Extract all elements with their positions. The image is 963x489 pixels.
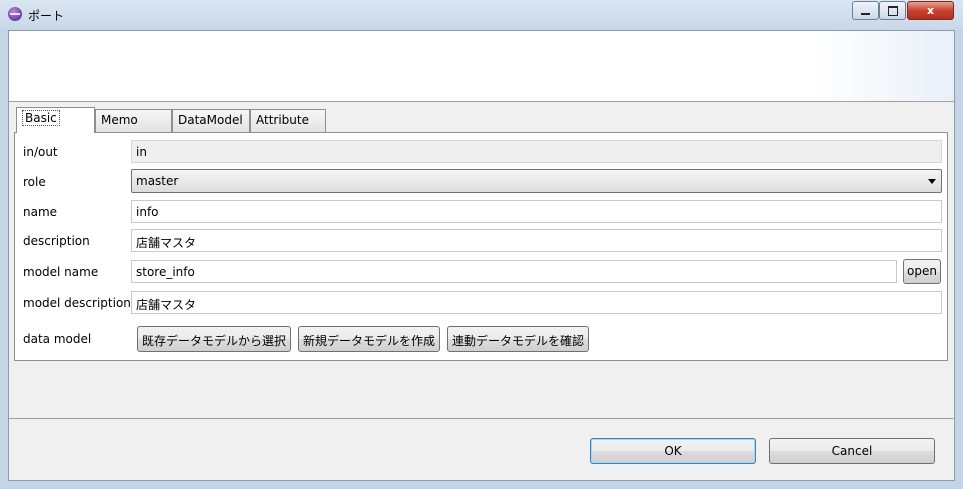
- header-banner: [9, 31, 954, 102]
- check-linked-data-model-button[interactable]: 連動データモデルを確認: [447, 326, 589, 352]
- description-label: description: [23, 234, 90, 248]
- basic-tab-panel: in/out in role master name info descript…: [14, 132, 948, 361]
- cancel-button[interactable]: Cancel: [769, 438, 935, 464]
- dialog-client-area: Basic Memo DataModel Attribute in/out in…: [8, 30, 955, 481]
- window-frame-right: [955, 30, 963, 489]
- chevron-down-icon: [928, 179, 936, 184]
- app-icon: [8, 7, 22, 21]
- name-input[interactable]: info: [131, 200, 942, 223]
- minimize-icon: [861, 12, 870, 15]
- data-model-label: data model: [23, 332, 92, 346]
- tab-basic-label: Basic: [22, 110, 60, 126]
- create-new-data-model-button[interactable]: 新規データモデルを作成: [298, 326, 440, 352]
- model-name-input[interactable]: store_info: [131, 260, 897, 283]
- tab-attribute[interactable]: Attribute: [250, 109, 326, 132]
- model-name-label: model name: [23, 265, 99, 279]
- maximize-button[interactable]: [879, 1, 906, 20]
- inout-field: in: [131, 140, 942, 163]
- title-bar[interactable]: ポート x: [0, 0, 963, 30]
- tab-basic[interactable]: Basic: [16, 107, 95, 133]
- tab-datamodel[interactable]: DataModel: [172, 109, 250, 132]
- close-button[interactable]: x: [907, 1, 954, 20]
- window-frame-left: [0, 30, 8, 489]
- close-icon: x: [926, 4, 935, 17]
- name-label: name: [23, 205, 58, 219]
- role-select-value: master: [136, 174, 179, 188]
- tab-memo-label: Memo: [101, 113, 138, 127]
- role-label: role: [23, 175, 46, 189]
- tab-attribute-label: Attribute: [256, 113, 309, 127]
- maximize-icon: [887, 5, 898, 16]
- ok-button[interactable]: OK: [590, 438, 756, 464]
- open-model-button[interactable]: open: [903, 259, 941, 284]
- select-existing-data-model-button[interactable]: 既存データモデルから選択: [137, 326, 291, 352]
- description-input[interactable]: 店舗マスタ: [131, 229, 942, 252]
- minimize-button[interactable]: [852, 1, 879, 20]
- window-title: ポート: [28, 9, 65, 23]
- tab-memo[interactable]: Memo: [95, 109, 172, 132]
- footer-separator: [9, 418, 954, 419]
- inout-label: in/out: [23, 145, 58, 159]
- model-description-input[interactable]: 店舗マスタ: [131, 291, 942, 314]
- role-select[interactable]: master: [131, 169, 942, 193]
- model-description-label: model description: [23, 296, 131, 310]
- tab-datamodel-label: DataModel: [178, 113, 243, 127]
- window-frame-bottom: [0, 481, 963, 489]
